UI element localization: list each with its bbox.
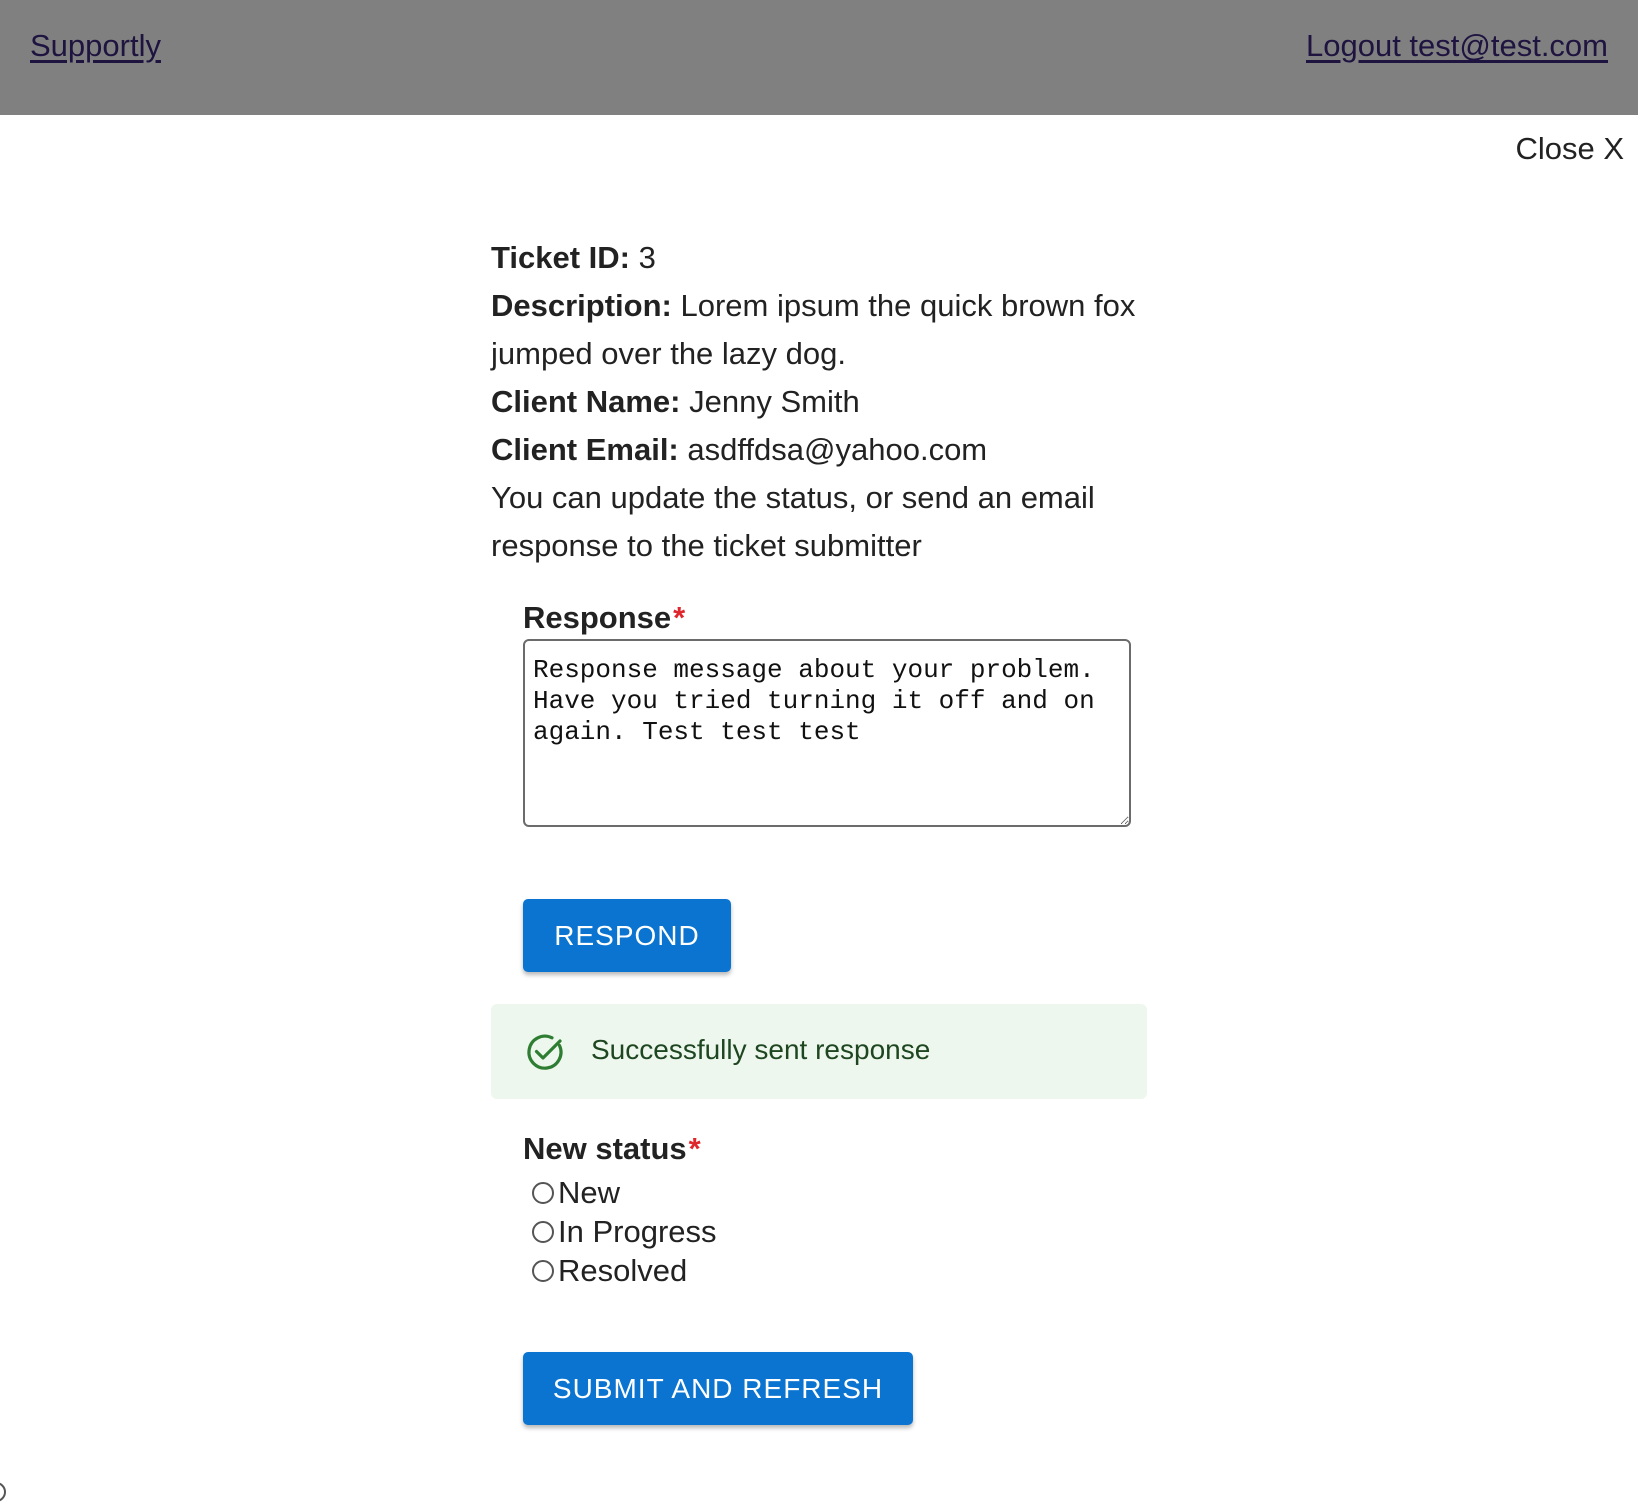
- logout-link[interactable]: Logout test@test.com: [1306, 28, 1608, 64]
- status-option-resolved[interactable]: Resolved: [532, 1251, 717, 1290]
- window-corner-decoration: [0, 1482, 6, 1502]
- client-email-value: asdffdsa@yahoo.com: [687, 432, 988, 467]
- ticket-details: Ticket ID: 3 Description: Lorem ipsum th…: [491, 234, 1151, 570]
- check-circle-icon: [527, 1034, 563, 1070]
- success-alert: Successfully sent response: [491, 1004, 1147, 1099]
- close-button[interactable]: Close X: [1515, 131, 1624, 167]
- ticket-id-row: Ticket ID: 3: [491, 234, 1151, 282]
- description-row: Description: Lorem ipsum the quick brown…: [491, 282, 1151, 378]
- respond-button[interactable]: Respond: [523, 899, 731, 972]
- status-field-label: New status*: [523, 1131, 701, 1167]
- response-field-label: Response*: [523, 600, 685, 636]
- description-label: Description:: [491, 288, 672, 323]
- status-option-new[interactable]: New: [532, 1173, 717, 1212]
- brand-home-link[interactable]: Supportly: [30, 28, 161, 64]
- radio-button[interactable]: [532, 1220, 554, 1243]
- ticket-id-label: Ticket ID:: [491, 240, 630, 275]
- radio-button[interactable]: [532, 1181, 554, 1204]
- radio-label: Resolved: [558, 1252, 688, 1288]
- radio-label: In Progress: [558, 1213, 717, 1249]
- submit-and-refresh-button[interactable]: Submit and Refresh: [523, 1352, 913, 1425]
- response-textarea[interactable]: Response message about your problem. Hav…: [523, 639, 1131, 827]
- client-email-label: Client Email:: [491, 432, 679, 467]
- client-name-value: Jenny Smith: [689, 384, 860, 419]
- status-radio-group: New In Progress Resolved: [532, 1173, 717, 1290]
- client-email-row: Client Email: asdffdsa@yahoo.com: [491, 426, 1151, 474]
- required-asterisk: *: [688, 1131, 701, 1166]
- client-name-row: Client Name: Jenny Smith: [491, 378, 1151, 426]
- radio-label: New: [558, 1174, 621, 1210]
- status-option-in-progress[interactable]: In Progress: [532, 1212, 717, 1251]
- instructions-text: You can update the status, or send an em…: [491, 480, 1095, 563]
- success-message: Successfully sent response: [591, 1034, 931, 1065]
- ticket-id-value: 3: [638, 240, 656, 275]
- radio-button[interactable]: [532, 1259, 554, 1282]
- client-name-label: Client Name:: [491, 384, 681, 419]
- top-navigation-bar: Supportly Logout test@test.com: [0, 0, 1638, 115]
- status-label-text: New status: [523, 1131, 687, 1166]
- required-asterisk: *: [673, 600, 686, 635]
- response-label-text: Response: [523, 600, 672, 635]
